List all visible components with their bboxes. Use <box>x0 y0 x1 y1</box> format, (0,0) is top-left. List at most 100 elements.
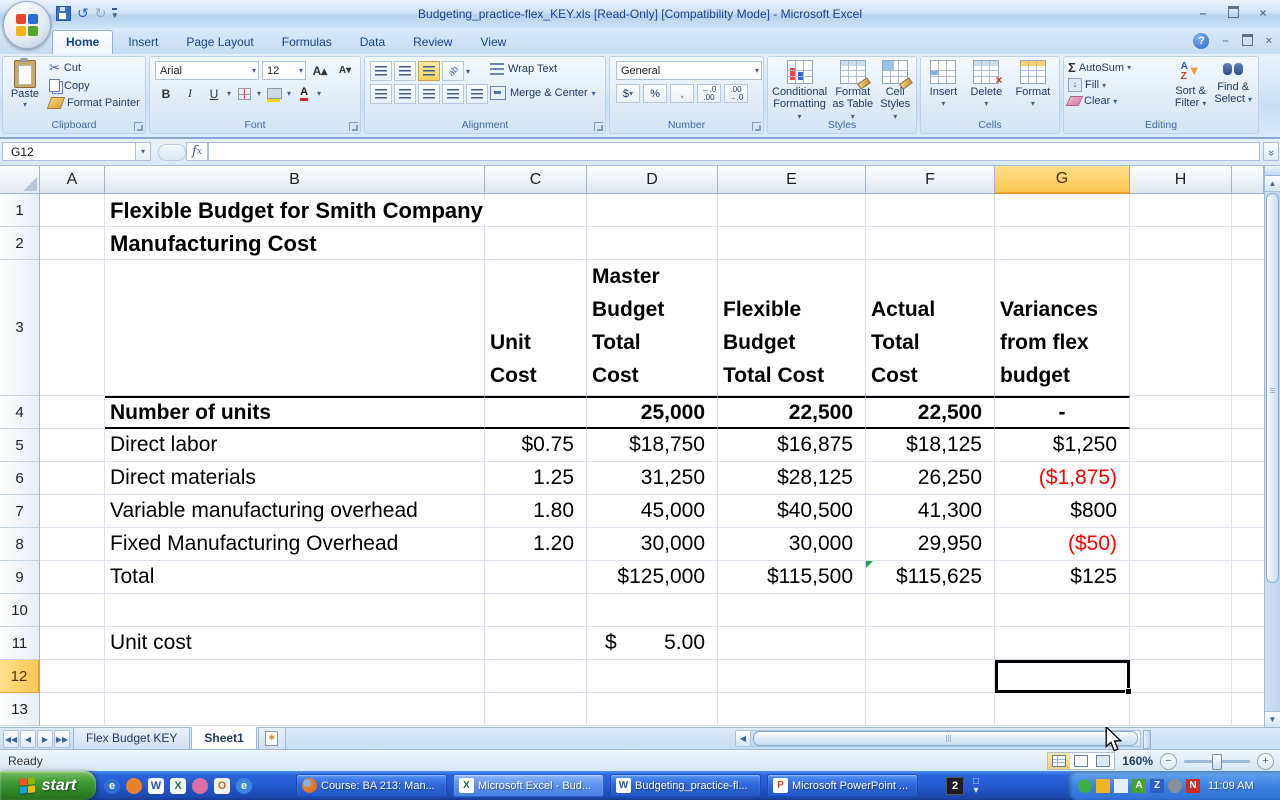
shield-icon[interactable] <box>1096 779 1110 793</box>
internet-explorer-icon[interactable]: e <box>104 778 120 794</box>
language-indicator-icon[interactable]: 2 <box>946 777 964 795</box>
column-header-G[interactable]: G <box>995 166 1130 194</box>
cell-C3[interactable]: Unit Cost <box>485 260 587 396</box>
cell-B9[interactable]: Total <box>105 561 485 594</box>
sheet-tab-sheet1[interactable]: Sheet1 <box>191 727 256 750</box>
row-header-4[interactable]: 4 <box>0 396 40 429</box>
workbook-close-icon[interactable]: × <box>1266 35 1272 47</box>
conditional-formatting-button[interactable]: ConditionalFormatting ▾ <box>770 59 829 124</box>
font-name-select[interactable]: Arial▾ <box>155 61 259 80</box>
cell-A2[interactable] <box>40 227 105 260</box>
formula-input[interactable] <box>208 142 1260 161</box>
cell-F12[interactable] <box>866 660 995 693</box>
cell-D3[interactable]: Master Budget Total Cost <box>587 260 718 396</box>
cell-F11[interactable] <box>866 627 995 660</box>
cell-C6[interactable]: 1.25 <box>485 462 587 495</box>
scroll-left-icon[interactable]: ◀ <box>735 730 751 747</box>
autosum-button[interactable]: Σ AutoSum▾ <box>1068 60 1131 75</box>
merge-center-button[interactable]: Merge & Center▾ <box>490 86 596 100</box>
cell-H4[interactable] <box>1130 396 1232 429</box>
tab-page-layout[interactable]: Page Layout <box>173 31 266 54</box>
horizontal-scrollbar[interactable]: ◀ ▶ <box>735 730 1141 747</box>
format-painter-button[interactable]: Format Painter <box>47 96 142 110</box>
align-center-button[interactable] <box>394 84 416 104</box>
zoom-slider[interactable] <box>1184 760 1250 763</box>
cell-E9[interactable]: $115,500 <box>718 561 866 594</box>
cell-H5[interactable] <box>1130 429 1232 462</box>
cell-H13[interactable] <box>1130 693 1232 726</box>
cell-F10[interactable] <box>866 594 995 627</box>
outlook-icon[interactable]: O <box>214 778 230 794</box>
vertical-split-handle[interactable] <box>1265 166 1280 176</box>
prev-sheet-icon[interactable]: ◀ <box>20 730 36 748</box>
zone-z-icon[interactable]: Z <box>1150 779 1164 793</box>
align-right-button[interactable] <box>418 84 440 104</box>
cell-G3[interactable]: Variances from flex budget <box>995 260 1130 396</box>
row-header-1[interactable]: 1 <box>0 194 40 227</box>
cell-H1[interactable] <box>1130 194 1232 227</box>
workbook-minimize-icon[interactable]: – <box>1222 35 1228 47</box>
tab-insert[interactable]: Insert <box>115 31 171 54</box>
customize-qat-icon[interactable]: ▾ <box>112 8 117 19</box>
cell-styles-button[interactable]: CellStyles ▾ <box>876 59 914 124</box>
selected-cell-G12[interactable] <box>995 660 1130 693</box>
cell-B5[interactable]: Direct labor <box>105 429 485 462</box>
minimize-icon[interactable]: – <box>1196 6 1210 21</box>
row-header-9[interactable]: 9 <box>0 561 40 594</box>
zoom-level[interactable]: 160% <box>1122 754 1153 768</box>
find-select-button[interactable]: Find &Select ▾ <box>1212 60 1254 111</box>
word-icon[interactable]: W <box>148 778 164 794</box>
taskbar-button-word[interactable]: WBudgeting_practice-fl... <box>610 774 761 797</box>
tab-view[interactable]: View <box>467 31 519 54</box>
middle-align-button[interactable] <box>394 61 416 81</box>
cell-B6[interactable]: Direct materials <box>105 462 485 495</box>
cell-E11[interactable] <box>718 627 866 660</box>
format-cells-button[interactable]: Format▾ <box>1014 59 1053 111</box>
cell-A13[interactable] <box>40 693 105 726</box>
cell-E1[interactable] <box>718 194 866 227</box>
save-icon[interactable] <box>56 6 71 21</box>
cell-G9[interactable]: $125 <box>995 561 1130 594</box>
taskbar-button-excel[interactable]: XMicrosoft Excel - Bud... <box>453 774 604 797</box>
cell-A3[interactable] <box>40 260 105 396</box>
cell-H3[interactable] <box>1130 260 1232 396</box>
cell-H10[interactable] <box>1130 594 1232 627</box>
cell-C1[interactable] <box>485 194 587 227</box>
row-header-3[interactable]: 3 <box>0 260 40 396</box>
borders-dropdown[interactable]: ▾ <box>257 89 261 98</box>
cell-C4[interactable] <box>485 396 587 429</box>
insert-cells-button[interactable]: Insert▾ <box>928 59 960 111</box>
column-header-H[interactable]: H <box>1130 166 1232 194</box>
scroll-down-icon[interactable]: ▼ <box>1265 711 1280 727</box>
orientation-button[interactable]: ab <box>442 61 464 81</box>
cell-H8[interactable] <box>1130 528 1232 561</box>
row-header-8[interactable]: 8 <box>0 528 40 561</box>
office-button[interactable] <box>3 1 51 49</box>
cell-D1[interactable] <box>587 194 718 227</box>
expand-formula-bar-icon[interactable]: » <box>1263 142 1279 161</box>
alignment-dialog-launcher-icon[interactable] <box>594 122 603 131</box>
row-header-7[interactable]: 7 <box>0 495 40 528</box>
antivirus-a-icon[interactable]: A <box>1132 779 1146 793</box>
restore-icon[interactable] <box>1226 6 1240 21</box>
cell-B1[interactable]: Flexible Budget for Smith Company <box>105 194 485 227</box>
decrease-indent-button[interactable] <box>442 84 464 104</box>
tab-review[interactable]: Review <box>400 31 465 54</box>
cell-D9[interactable]: $125,000 <box>587 561 718 594</box>
toolbar-chevron-icon[interactable]: □▾ <box>973 777 979 795</box>
cell-G10[interactable] <box>995 594 1130 627</box>
cell-G5[interactable]: $1,250 <box>995 429 1130 462</box>
underline-dropdown[interactable]: ▾ <box>227 89 231 98</box>
cell-D2[interactable] <box>587 227 718 260</box>
clipboard-dialog-launcher-icon[interactable] <box>134 122 143 131</box>
name-box-dropdown-icon[interactable]: ▾ <box>136 142 151 161</box>
top-align-button[interactable] <box>370 61 392 81</box>
zoom-slider-thumb[interactable] <box>1212 754 1222 770</box>
fill-handle[interactable] <box>1125 688 1132 695</box>
cell-F5[interactable]: $18,125 <box>866 429 995 462</box>
font-size-select[interactable]: 12▾ <box>262 61 306 80</box>
column-header-F[interactable]: F <box>866 166 995 194</box>
cell-G8[interactable]: ($50) <box>995 528 1130 561</box>
font-color-button[interactable]: A <box>293 84 315 103</box>
sort-filter-button[interactable]: AZ▼ Sort &Filter ▾ <box>1173 60 1209 111</box>
